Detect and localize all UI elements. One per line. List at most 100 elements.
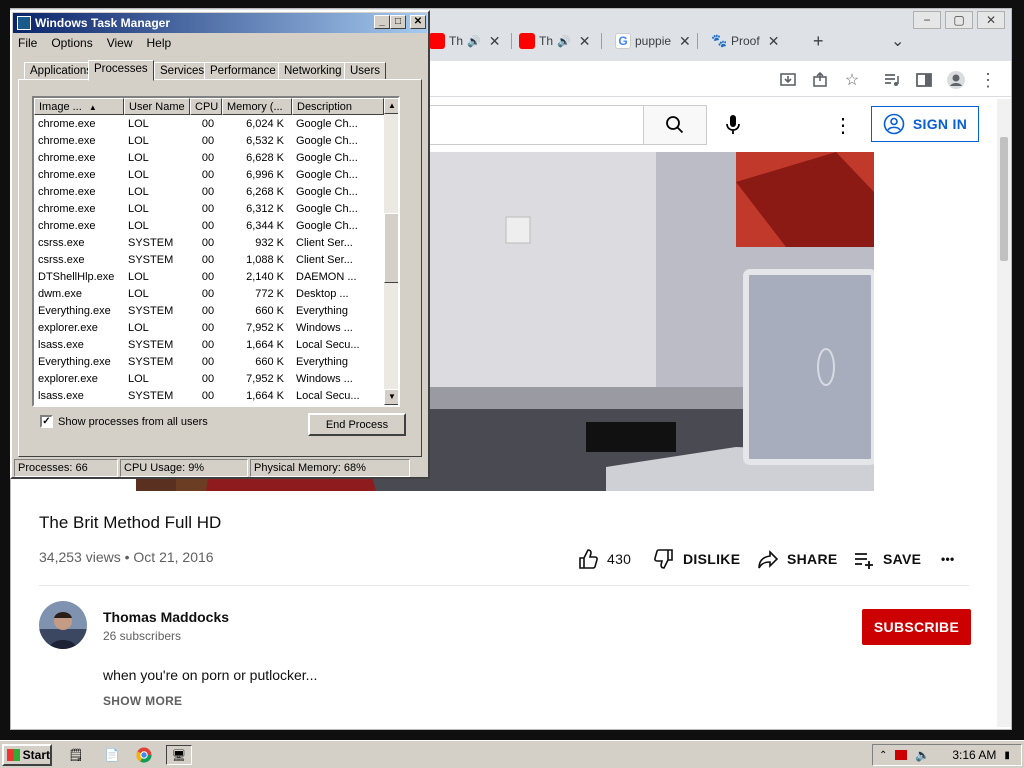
scroll-thumb[interactable]	[384, 213, 398, 283]
tray-expand-icon[interactable]: ⌃	[879, 750, 887, 761]
scrollbar-thumb[interactable]	[1000, 137, 1008, 261]
scroll-down-arrow[interactable]: ▼	[384, 389, 398, 405]
column-memory[interactable]: Memory (...	[222, 98, 292, 115]
process-list[interactable]: Image ... ▲ User Name CPU Memory (... De…	[32, 96, 400, 407]
close-tab-icon[interactable]: ✕	[679, 33, 691, 50]
menu-options[interactable]: Options	[51, 36, 92, 50]
tab-users[interactable]: Users	[344, 62, 387, 80]
menu-file[interactable]: File	[18, 36, 37, 50]
task-manager-taskbar-button[interactable]: 🖥	[166, 745, 192, 765]
channel-name[interactable]: Thomas Maddocks	[103, 609, 229, 625]
chrome-taskbar-icon[interactable]	[136, 747, 152, 763]
process-row[interactable]: explorer.exe LOL 00 7,952 K Windows ...	[34, 320, 384, 337]
network-alert-icon[interactable]	[895, 750, 908, 760]
search-input[interactable]	[411, 105, 643, 145]
share-icon[interactable]	[809, 69, 831, 91]
quicklaunch-desktop-icon[interactable]: 🗒	[68, 747, 84, 763]
page-scrollbar[interactable]	[997, 99, 1011, 727]
process-row[interactable]: chrome.exe LOL 00 6,268 K Google Ch...	[34, 184, 384, 201]
process-memory: 6,344 K	[246, 220, 284, 232]
list-scrollbar[interactable]: ▲ ▼	[384, 98, 398, 405]
channel-avatar[interactable]	[39, 601, 87, 649]
share-button[interactable]: SHARE	[757, 547, 838, 571]
bookmark-star-icon[interactable]: ☆	[841, 69, 863, 91]
more-actions-button[interactable]: •••	[941, 547, 955, 571]
taskbar: Start 🗒 📄 🖥 ⌃ 🔈 3:16 AM ▮	[0, 740, 1024, 768]
process-row[interactable]: csrss.exe SYSTEM 00 932 K Client Ser...	[34, 235, 384, 252]
column-user-name[interactable]: User Name	[124, 98, 190, 115]
maximize-button[interactable]: ▢	[945, 11, 973, 29]
tab-search-button[interactable]: ⌄	[885, 27, 904, 55]
process-row[interactable]: chrome.exe LOL 00 6,532 K Google Ch...	[34, 133, 384, 150]
menu-view[interactable]: View	[107, 36, 133, 50]
process-row[interactable]: explorer.exe LOL 00 7,952 K Windows ...	[34, 371, 384, 388]
process-user: LOL	[128, 203, 149, 215]
process-row[interactable]: chrome.exe LOL 00 6,996 K Google Ch...	[34, 167, 384, 184]
volume-icon[interactable]: 🔈	[915, 748, 930, 762]
show-more-button[interactable]: SHOW MORE	[103, 694, 182, 708]
voice-search-button[interactable]	[719, 111, 747, 139]
save-label: SAVE	[883, 551, 922, 567]
browser-tab[interactable]: G puppie ✕	[609, 27, 693, 55]
end-process-button[interactable]: End Process	[308, 413, 406, 436]
process-row[interactable]: lsass.exe SYSTEM 00 1,664 K Local Secu...	[34, 337, 384, 354]
kebab-menu-icon[interactable]: ⋮	[977, 69, 999, 91]
share-arrow-icon	[758, 550, 779, 569]
checkbox-checked-icon[interactable]: ✓	[40, 415, 53, 428]
process-row[interactable]: chrome.exe LOL 00 6,344 K Google Ch...	[34, 218, 384, 235]
tab-applications[interactable]: Applications	[24, 62, 99, 80]
subscribe-button[interactable]: SUBSCRIBE	[862, 609, 971, 645]
close-tab-icon[interactable]: ✕	[489, 33, 501, 50]
show-all-users-checkbox[interactable]: ✓ Show processes from all users	[40, 415, 208, 428]
tm-maximize-button[interactable]: □	[390, 15, 406, 29]
process-row[interactable]: DTShellHlp.exe LOL 00 2,140 K DAEMON ...	[34, 269, 384, 286]
minimize-button[interactable]: −	[913, 11, 941, 29]
process-row[interactable]: chrome.exe LOL 00 6,628 K Google Ch...	[34, 150, 384, 167]
process-description: Local Secu...	[296, 339, 360, 351]
close-tab-icon[interactable]: ✕	[768, 33, 780, 50]
process-row[interactable]: chrome.exe LOL 00 6,024 K Google Ch...	[34, 116, 384, 133]
profile-icon[interactable]	[945, 69, 967, 91]
start-button[interactable]: Start	[2, 744, 52, 766]
column-description[interactable]: Description	[292, 98, 384, 115]
column-image-name[interactable]: Image ... ▲	[34, 98, 124, 115]
show-desktop-icon[interactable]: ▮	[1004, 750, 1010, 761]
browser-tab[interactable]: 🐾 Proof ✕	[705, 27, 791, 55]
media-control-icon[interactable]	[881, 69, 903, 91]
process-memory: 6,268 K	[246, 186, 284, 198]
task-manager-titlebar[interactable]: Windows Task Manager	[13, 13, 427, 33]
side-panel-icon[interactable]	[913, 69, 935, 91]
quicklaunch-folder-icon[interactable]: 📄	[104, 747, 120, 763]
settings-kebab-icon[interactable]: ⋮	[831, 111, 855, 139]
scroll-up-arrow[interactable]: ▲	[384, 98, 398, 114]
process-row[interactable]: chrome.exe LOL 00 6,312 K Google Ch...	[34, 201, 384, 218]
search-button[interactable]	[643, 105, 707, 145]
menu-help[interactable]: Help	[147, 36, 172, 50]
tab-processes[interactable]: Processes	[88, 60, 154, 81]
clock[interactable]: 3:16 AM	[952, 748, 996, 762]
column-cpu[interactable]: CPU	[190, 98, 222, 115]
browser-tab[interactable]: Th 🔊 ✕	[513, 27, 599, 55]
like-button[interactable]: 430	[577, 547, 631, 571]
new-tab-button[interactable]: +	[807, 27, 824, 55]
close-tab-icon[interactable]: ✕	[579, 33, 591, 50]
process-row[interactable]: csrss.exe SYSTEM 00 1,088 K Client Ser...	[34, 252, 384, 269]
sign-in-button[interactable]: SIGN IN	[871, 106, 979, 142]
tab-networking[interactable]: Networking	[278, 62, 348, 80]
dislike-button[interactable]: DISLIKE	[653, 547, 740, 571]
process-row[interactable]: dwm.exe LOL 00 772 K Desktop ...	[34, 286, 384, 303]
process-row[interactable]: Everything.exe SYSTEM 00 660 K Everything	[34, 303, 384, 320]
process-row[interactable]: Everything.exe SYSTEM 00 660 K Everything	[34, 354, 384, 371]
process-image-name: csrss.exe	[38, 254, 85, 266]
tm-close-button[interactable]: ✕	[410, 15, 426, 29]
browser-tab[interactable]: Th 🔊 ✕	[423, 27, 509, 55]
tab-performance[interactable]: Performance	[204, 62, 282, 80]
close-window-button[interactable]: ✕	[977, 11, 1005, 29]
save-button[interactable]: SAVE	[853, 547, 921, 571]
process-user: SYSTEM	[128, 254, 174, 266]
search-icon	[666, 116, 684, 134]
tm-minimize-button[interactable]: _	[374, 15, 390, 29]
process-row[interactable]: lsass.exe SYSTEM 00 1,664 K Local Secu...	[34, 388, 384, 405]
install-icon[interactable]	[777, 69, 799, 91]
tab-services[interactable]: Services	[154, 62, 211, 80]
